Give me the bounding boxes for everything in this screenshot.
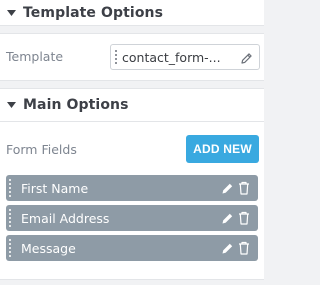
drag-handle-icon[interactable] [9, 179, 11, 197]
template-value: contact_form-... [122, 49, 221, 65]
drag-handle-icon[interactable] [9, 239, 11, 257]
caret-down-icon [6, 8, 16, 18]
caret-down-icon [6, 100, 16, 110]
add-new-button[interactable]: ADD NEW [186, 135, 259, 163]
form-field-row[interactable]: First Name [6, 175, 258, 201]
template-options-panel: Template contact_form-... [0, 33, 264, 81]
template-label: Template [6, 49, 64, 64]
trash-icon[interactable] [238, 241, 250, 255]
template-options-header[interactable]: Template Options [0, 0, 264, 26]
edit-pencil-icon[interactable] [221, 182, 234, 195]
edit-pencil-icon[interactable] [221, 212, 234, 225]
main-options-panel: Form Fields ADD NEW First Name Email Add… [0, 122, 264, 280]
template-select-field[interactable]: contact_form-... [110, 44, 260, 70]
main-options-title: Main Options [23, 97, 129, 113]
trash-icon[interactable] [238, 211, 250, 225]
form-field-label: Email Address [21, 210, 110, 226]
form-fields-label: Form Fields [6, 142, 77, 157]
form-field-row[interactable]: Email Address [6, 205, 258, 231]
main-options-header[interactable]: Main Options [0, 88, 264, 122]
form-field-label: First Name [21, 180, 89, 196]
edit-pencil-icon[interactable] [221, 242, 234, 255]
form-field-row[interactable]: Message [6, 235, 258, 261]
trash-icon[interactable] [238, 181, 250, 195]
drag-handle-icon [115, 50, 117, 64]
form-field-label: Message [21, 240, 76, 256]
template-options-title: Template Options [23, 4, 164, 21]
pencil-outline-icon[interactable] [240, 50, 253, 69]
drag-handle-icon[interactable] [9, 209, 11, 227]
